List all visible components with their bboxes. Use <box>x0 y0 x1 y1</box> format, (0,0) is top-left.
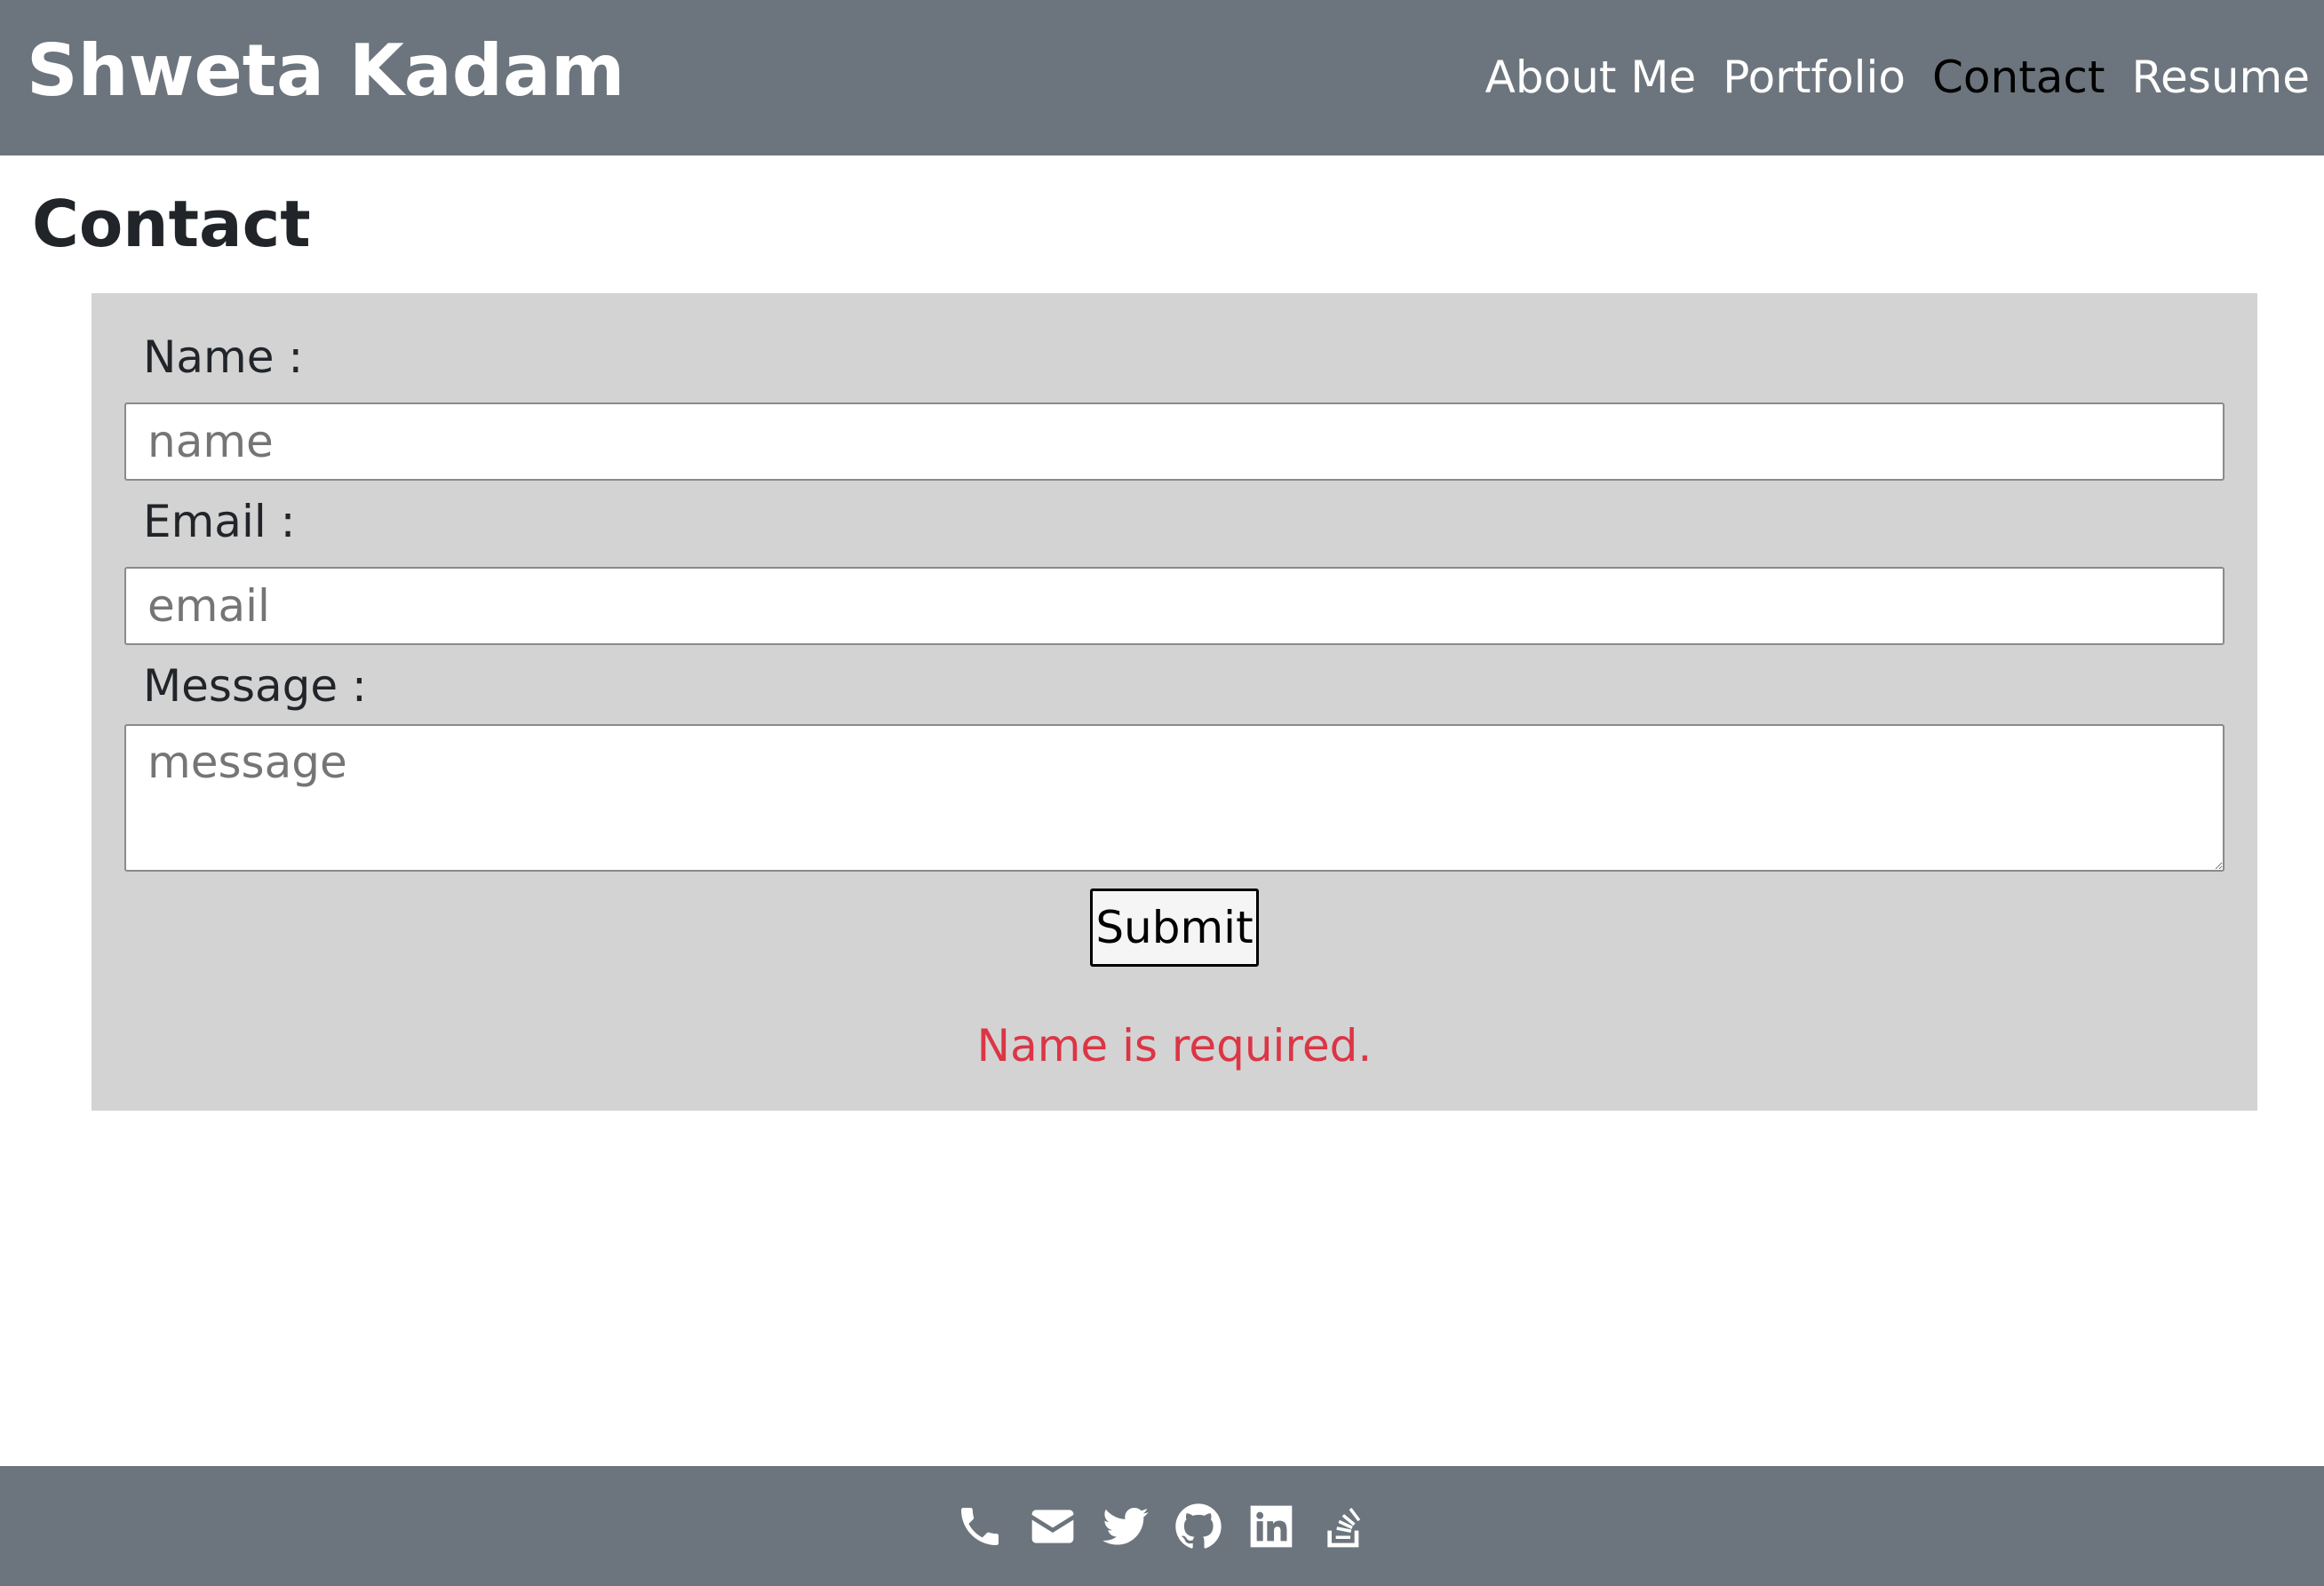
envelope-icon[interactable] <box>1028 1502 1078 1551</box>
nav-link-contact[interactable]: Contact <box>1932 49 2105 107</box>
email-label: Email : <box>143 496 296 547</box>
message-textarea[interactable] <box>124 724 2225 872</box>
submit-button[interactable]: Submit <box>1090 889 1259 967</box>
name-required-error: Name is required. <box>976 1020 1373 1072</box>
message-label: Message : <box>143 660 367 712</box>
nav-link-resume[interactable]: Resume <box>2132 49 2310 107</box>
contact-form: Name : Email : Message : Submit Name is … <box>92 293 2257 1111</box>
phone-icon[interactable] <box>955 1502 1005 1551</box>
name-label: Name : <box>143 331 304 383</box>
name-input[interactable] <box>124 402 2225 481</box>
site-brand[interactable]: Shweta Kadam <box>27 27 625 116</box>
twitter-icon[interactable] <box>1101 1502 1150 1551</box>
nav-link-portfolio[interactable]: Portfolio <box>1723 49 1906 107</box>
nav-link-about-me[interactable]: About Me <box>1485 49 1697 107</box>
linkedin-icon[interactable] <box>1246 1502 1296 1551</box>
footer-bar <box>0 1466 2324 1586</box>
social-icons <box>0 1466 2324 1586</box>
email-input[interactable] <box>124 567 2225 645</box>
page-title: Contact <box>32 187 311 261</box>
header-bar: Shweta Kadam About Me Portfolio Contact … <box>0 0 2324 155</box>
github-icon[interactable] <box>1174 1502 1223 1551</box>
stack-overflow-icon[interactable] <box>1319 1502 1369 1551</box>
main-nav: About Me Portfolio Contact Resume <box>1485 49 2310 107</box>
